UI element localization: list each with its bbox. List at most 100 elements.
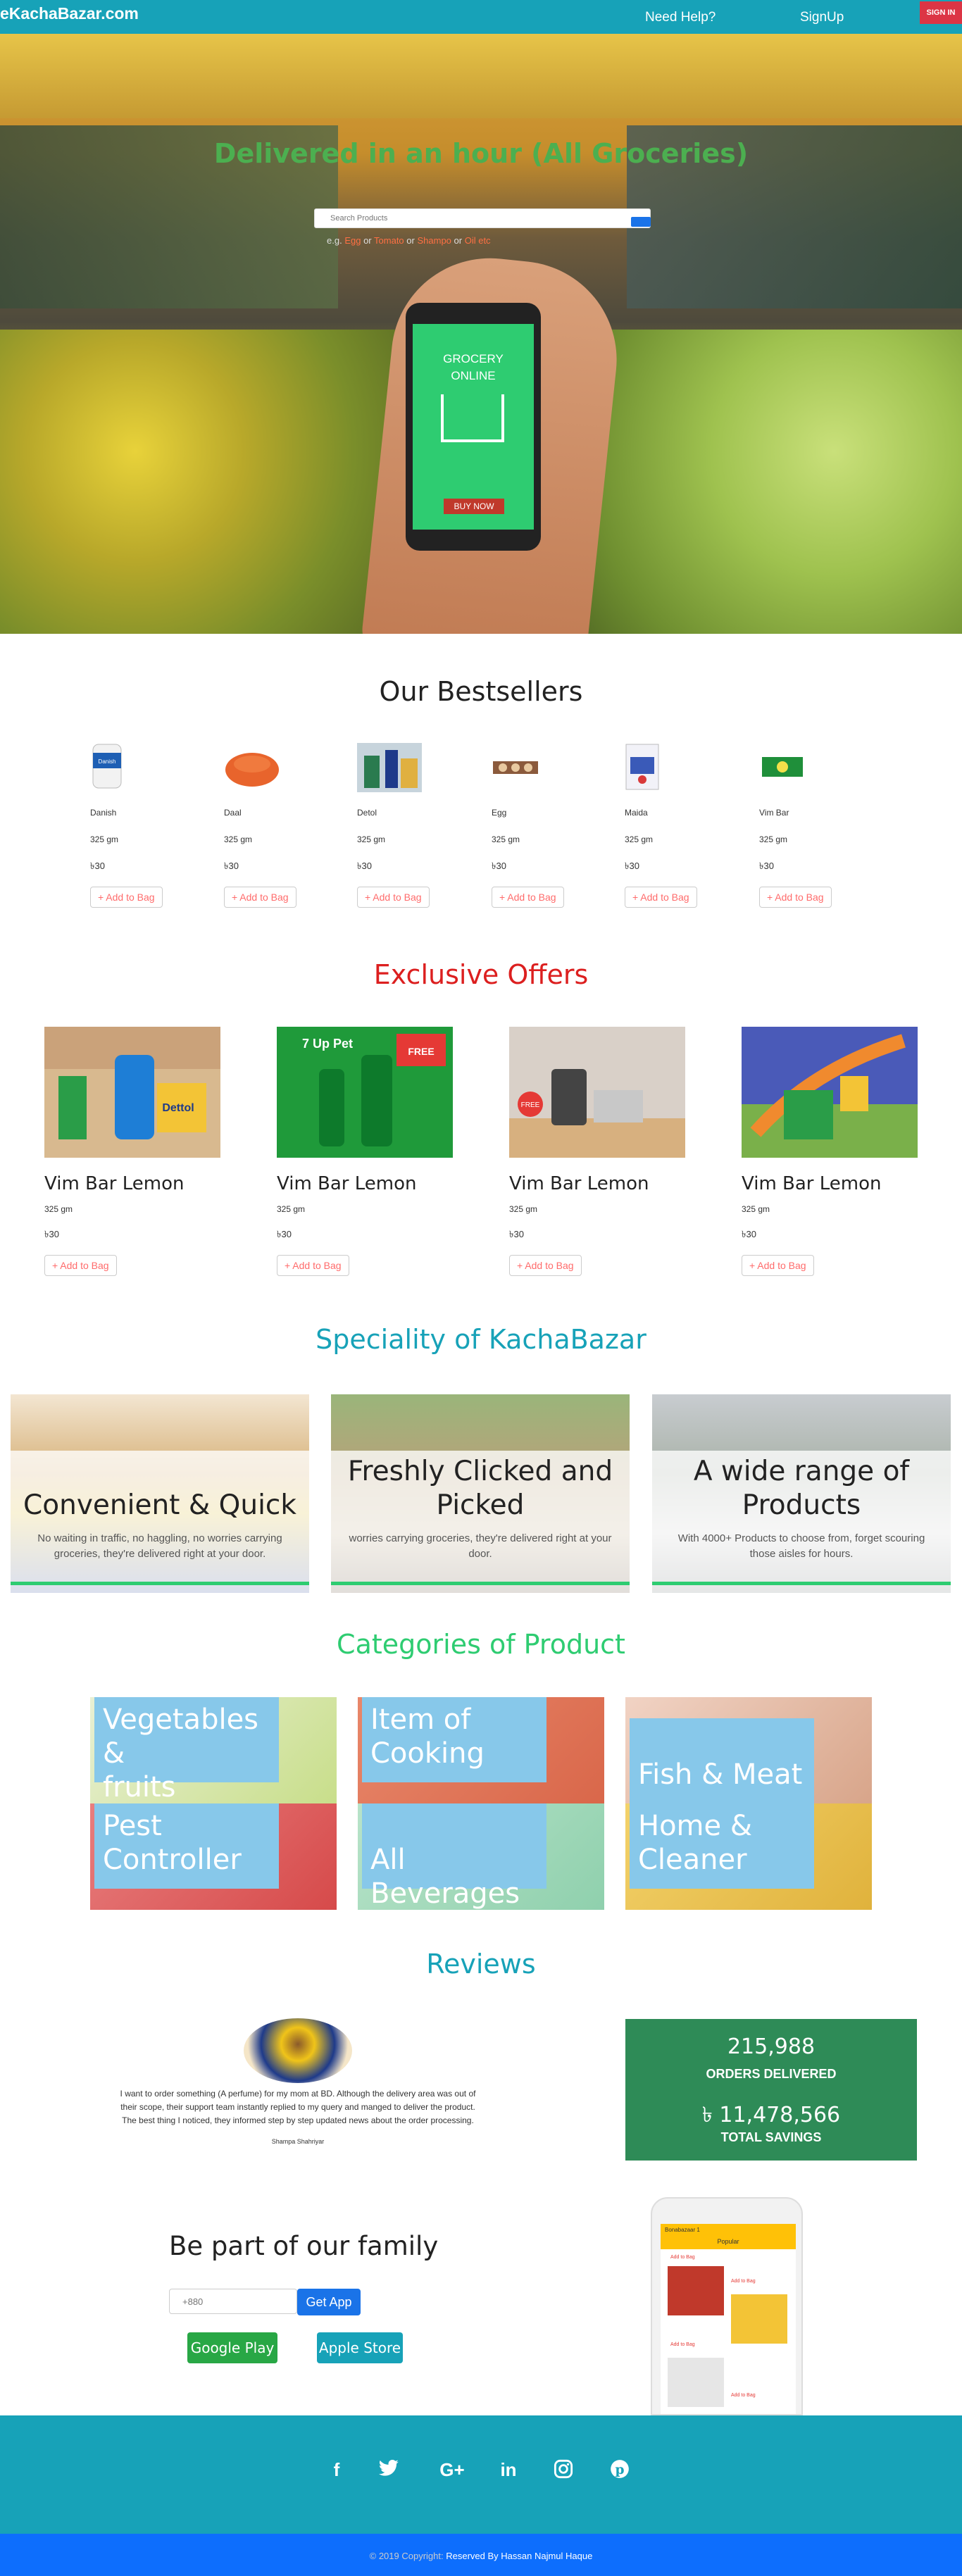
search-hint: e.g. Egg or Tomato or Shampo or Oil etc — [327, 235, 491, 246]
offer-price: ৳30 — [277, 1229, 292, 1239]
product-image[interactable] — [357, 743, 422, 792]
hint-or: or — [406, 235, 415, 246]
add-to-bag-button[interactable]: + Add to Bag — [509, 1255, 582, 1276]
search-input[interactable] — [315, 209, 625, 227]
category-label: Home & Cleaner — [630, 1803, 814, 1889]
offer-image[interactable]: 7 Up Pet FREE — [277, 1027, 453, 1158]
search-button[interactable] — [631, 217, 651, 227]
product-image[interactable]: Danish — [90, 743, 155, 792]
category-fish-meat[interactable]: Fish & Meat — [625, 1697, 872, 1803]
google-plus-icon[interactable]: G+ — [437, 2459, 468, 2481]
product-image[interactable] — [625, 743, 689, 792]
add-to-bag-button[interactable]: + Add to Bag — [224, 887, 296, 908]
offer-name[interactable]: Vim Bar Lemon — [509, 1173, 649, 1194]
apple-store-button[interactable]: Apple Store — [317, 2332, 403, 2363]
app-product-image — [731, 2294, 787, 2344]
offer-name[interactable]: Vim Bar Lemon — [742, 1173, 882, 1194]
add-to-bag-button[interactable]: + Add to Bag — [277, 1255, 349, 1276]
add-to-bag-button[interactable]: + Add to Bag — [759, 887, 832, 908]
pinterest-icon[interactable]: p — [607, 2459, 632, 2484]
speciality-bar — [331, 1582, 630, 1585]
hero-banner: GROCERY ONLINE BUY NOW — [0, 34, 962, 634]
hint-shampo[interactable]: Shampo — [417, 235, 451, 246]
add-to-bag-button[interactable]: + Add to Bag — [90, 887, 163, 908]
offer-card: Vim Bar Lemon 325 gm ৳30 + Add to Bag — [742, 1027, 918, 1280]
add-to-bag-button[interactable]: + Add to Bag — [357, 887, 430, 908]
hint-egg[interactable]: Egg — [344, 235, 361, 246]
category-label-line1: Pest — [103, 1810, 162, 1842]
add-to-bag-button[interactable]: + Add to Bag — [44, 1255, 117, 1276]
product-qty: 325 gm — [357, 834, 386, 844]
product-name[interactable]: Egg — [492, 808, 506, 818]
product-name[interactable]: Maida — [625, 808, 648, 818]
offer-image[interactable]: Dettol — [44, 1027, 220, 1158]
category-vegetables[interactable]: Vegetables & fruits — [90, 1697, 337, 1803]
category-label-line2: Cleaner — [638, 1844, 747, 1876]
add-to-bag-button[interactable]: + Add to Bag — [625, 887, 697, 908]
product-name[interactable]: Danish — [90, 808, 116, 818]
facebook-icon[interactable]: f — [324, 2459, 349, 2481]
copyright-owner[interactable]: Reserved By Hassan Najmul Haque — [446, 2551, 592, 2561]
offer-qty: 325 gm — [509, 1204, 538, 1214]
linkedin-icon[interactable]: in — [496, 2459, 521, 2481]
category-cooking[interactable]: Item of Cooking — [358, 1697, 604, 1803]
speciality-title: Speciality of KachaBazar — [316, 1324, 646, 1355]
speciality-heading: A wide range of Products — [693, 1456, 910, 1521]
hint-tomato[interactable]: Tomato — [374, 235, 404, 246]
add-to-bag-button[interactable]: + Add to Bag — [492, 887, 564, 908]
product-name[interactable]: Vim Bar — [759, 808, 789, 818]
product-name[interactable]: Detol — [357, 808, 377, 818]
brand-logo[interactable]: eKachaBazar.com — [0, 4, 139, 23]
copyright-bar: © 2019 Copyright: Reserved By Hassan Naj… — [0, 2534, 962, 2576]
category-pest-controller[interactable]: Pest Controller — [90, 1803, 337, 1910]
product-price: ৳30 — [224, 861, 239, 871]
app-product-image — [668, 2358, 724, 2407]
google-play-button[interactable]: Google Play — [187, 2332, 277, 2363]
offer-card: Dettol Vim Bar Lemon 325 gm ৳30 + Add to… — [44, 1027, 220, 1280]
hint-oil[interactable]: Oil etc — [465, 235, 491, 246]
hero-bg-ceiling — [0, 34, 962, 118]
product-qty: 325 gm — [90, 834, 119, 844]
offer-price: ৳30 — [742, 1229, 756, 1239]
orders-count: 215,988 — [727, 2034, 816, 2059]
twitter-icon[interactable] — [376, 2459, 401, 2482]
offer-image[interactable] — [742, 1027, 918, 1158]
svg-text:p: p — [615, 2462, 624, 2477]
offer-name[interactable]: Vim Bar Lemon — [44, 1173, 185, 1194]
phone-number-input[interactable] — [169, 2289, 297, 2314]
product-image[interactable] — [492, 743, 556, 792]
product-qty: 325 gm — [625, 834, 654, 844]
signup-link[interactable]: SignUp — [800, 10, 844, 25]
signin-button[interactable]: SIGN IN — [920, 1, 962, 24]
category-label-line2: Controller — [103, 1844, 242, 1876]
bestseller-card: Danish Danish 325 gm ৳30 + Add to Bag — [90, 743, 203, 912]
offer-card: 7 Up Pet FREE Vim Bar Lemon 325 gm ৳30 + … — [277, 1027, 453, 1280]
product-image[interactable] — [759, 743, 824, 792]
copyright-text: © 2019 Copyright: Reserved By Hassan Naj… — [0, 2551, 962, 2561]
category-beverages[interactable]: All Beverages — [358, 1803, 604, 1910]
category-home-cleaner[interactable]: Home & Cleaner — [625, 1803, 872, 1910]
app-add-label: Add to Bag — [670, 2342, 695, 2347]
hero-title: Delivered in an hour (All Groceries) — [213, 138, 749, 169]
offer-image[interactable]: FREE — [509, 1027, 685, 1158]
add-to-bag-button[interactable]: + Add to Bag — [742, 1255, 814, 1276]
footer: f G+ in p — [0, 2415, 962, 2534]
product-qty: 325 gm — [759, 834, 788, 844]
instagram-icon[interactable] — [551, 2459, 576, 2484]
bestseller-card: Egg 325 gm ৳30 + Add to Bag — [492, 743, 604, 912]
get-app-button[interactable]: Get App — [297, 2289, 361, 2315]
reviewer-name: Shampa Shahriyar — [271, 2138, 325, 2145]
speciality-desc: worries carrying groceries, they're deli… — [349, 1532, 612, 1560]
reviewer-avatar — [244, 2018, 352, 2083]
phone-text-online: ONLINE — [451, 369, 496, 382]
bestsellers-title: Our Bestsellers — [379, 676, 583, 707]
category-label: Item of Cooking — [362, 1697, 546, 1782]
product-name[interactable]: Daal — [224, 808, 242, 818]
speciality-bar — [652, 1582, 951, 1585]
need-help-link[interactable]: Need Help? — [645, 10, 716, 25]
product-image[interactable] — [224, 743, 289, 792]
offer-name[interactable]: Vim Bar Lemon — [277, 1173, 417, 1194]
bestseller-card: Detol 325 gm ৳30 + Add to Bag — [357, 743, 470, 912]
offer-price: ৳30 — [44, 1229, 59, 1239]
speciality-bar — [11, 1582, 309, 1585]
